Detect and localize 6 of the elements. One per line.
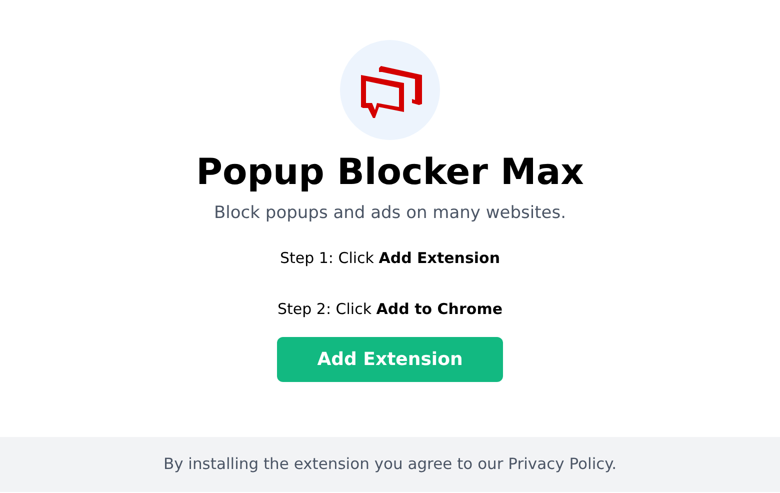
app-description: Block popups and ads on many websites.	[214, 202, 566, 226]
step-instruction: Step 2: Click Add to Chrome	[278, 299, 502, 320]
footer-notice: By installing the extension you agree to our Privacy Policy.	[0, 437, 780, 492]
step-instruction: Step 1: Click Add Extension	[280, 248, 500, 269]
add-extension-button[interactable]: Add Extension	[277, 336, 503, 382]
app-title: Popup Blocker Max	[196, 152, 584, 194]
